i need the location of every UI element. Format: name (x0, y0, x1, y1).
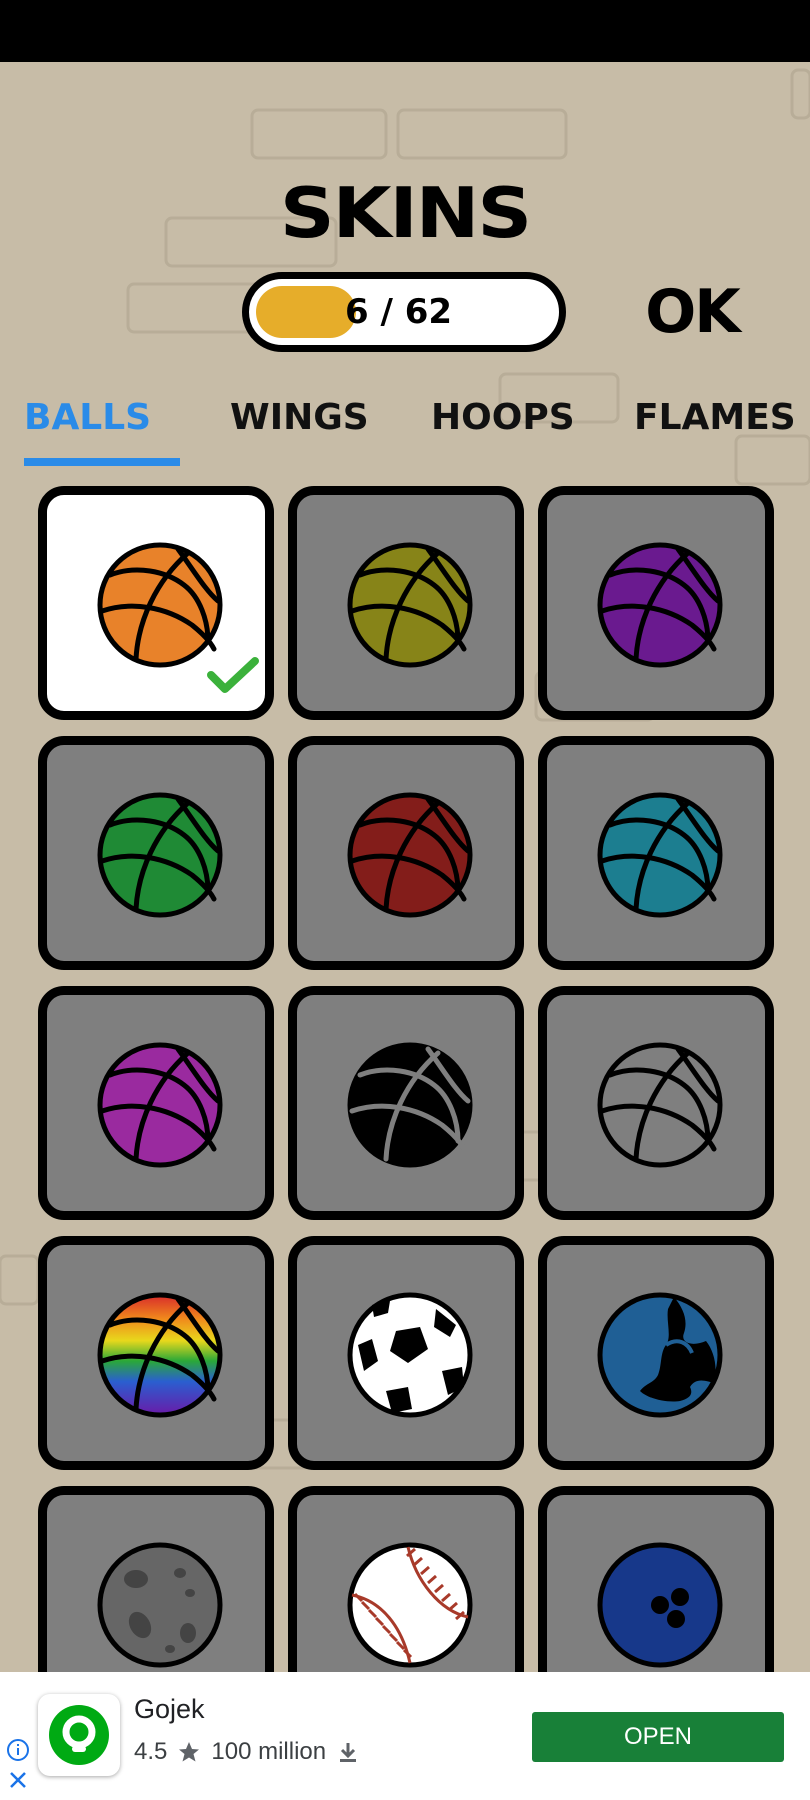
olive-basketball-icon (347, 542, 473, 668)
red-basketball-icon (347, 792, 473, 918)
ad-app-meta: 4.5 100 million (134, 1738, 360, 1766)
tab-flames[interactable]: FLAMES (634, 388, 796, 468)
purple-basketball-icon (597, 542, 723, 668)
progress-text: 6 / 62 (345, 292, 453, 332)
status-bar (0, 0, 810, 62)
ad-rating: 4.5 (134, 1738, 168, 1765)
skin-tile-baseball[interactable] (288, 1486, 524, 1672)
checkmark-icon (207, 657, 259, 693)
skin-tile-moon-ball[interactable] (38, 1486, 274, 1672)
skin-tile-black-basketball[interactable] (288, 986, 524, 1220)
ad-banner: Gojek 4.5 100 million OPEN (0, 1672, 810, 1800)
skin-tile-purple-basketball[interactable] (538, 486, 774, 720)
progress-fill (256, 286, 356, 338)
skin-tile-orange-basketball[interactable] (38, 486, 274, 720)
page-title: SKINS (279, 171, 532, 254)
skin-tile-bowling-ball[interactable] (538, 1486, 774, 1672)
baseball-icon (347, 1542, 473, 1668)
rainbow-basketball-icon (97, 1292, 223, 1418)
category-tabs: BALLS WINGS HOOPS FLAMES (0, 388, 810, 468)
skin-tile-rainbow-basketball[interactable] (38, 1236, 274, 1470)
ad-app-name: Gojek (134, 1694, 205, 1724)
skin-tile-gray-basketball[interactable] (538, 986, 774, 1220)
tab-balls[interactable]: BALLS (24, 388, 151, 468)
info-icon[interactable] (6, 1738, 30, 1762)
green-basketball-icon (97, 792, 223, 918)
ad-downloads: 100 million (211, 1738, 327, 1765)
star-icon (179, 1742, 200, 1762)
bowling-ball-icon (597, 1542, 723, 1668)
skin-tile-red-basketball[interactable] (288, 736, 524, 970)
tab-wings[interactable]: WINGS (230, 388, 369, 468)
app-logo (38, 1694, 120, 1776)
ad-open-button[interactable]: OPEN (532, 1712, 784, 1762)
globe-ball-icon (597, 1292, 723, 1418)
orange-basketball-icon (97, 542, 223, 668)
skin-tile-teal-basketball[interactable] (538, 736, 774, 970)
soccer-ball-icon (347, 1292, 473, 1418)
skin-tile-magenta-basketball[interactable] (38, 986, 274, 1220)
black-basketball-icon (347, 1042, 473, 1168)
download-icon (340, 1743, 357, 1762)
tab-hoops[interactable]: HOOPS (431, 388, 575, 468)
close-icon[interactable] (6, 1768, 30, 1792)
teal-basketball-icon (597, 792, 723, 918)
magenta-basketball-icon (97, 1042, 223, 1168)
skin-grid (0, 486, 810, 1672)
moon-ball-icon (97, 1542, 223, 1668)
skin-tile-olive-basketball[interactable] (288, 486, 524, 720)
gray-basketball-icon (597, 1042, 723, 1168)
skin-tile-soccer-ball[interactable] (288, 1236, 524, 1470)
skin-tile-globe-ball[interactable] (538, 1236, 774, 1470)
active-tab-underline (24, 458, 180, 466)
ok-button[interactable]: OK (632, 274, 752, 350)
unlock-progress-bar: 6 / 62 (242, 272, 566, 352)
skin-tile-green-basketball[interactable] (38, 736, 274, 970)
